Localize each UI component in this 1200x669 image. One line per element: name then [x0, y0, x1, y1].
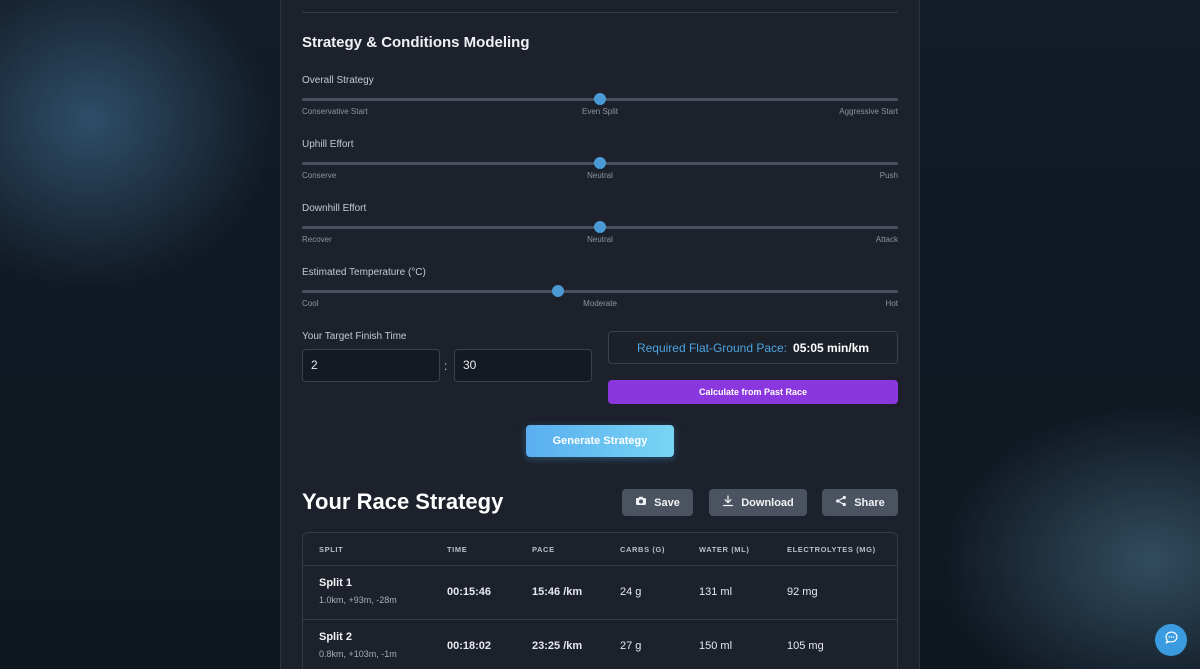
slider-thumb[interactable] — [552, 285, 565, 297]
split-detail: 1.0km, +93m, -28m — [319, 595, 397, 605]
slider-thumb[interactable] — [594, 221, 606, 233]
generate-strategy-button[interactable]: Generate Strategy — [526, 425, 674, 457]
minutes-input[interactable]: 30 — [454, 349, 592, 382]
split-electrolytes: 92 mg — [787, 586, 818, 598]
split-carbs: 24 g — [620, 586, 642, 598]
slider-thumb[interactable] — [594, 157, 606, 169]
column-header: ELECTROLYTES (MG) — [787, 545, 876, 554]
split-electrolytes: 105 mg — [787, 640, 824, 652]
download-icon — [722, 495, 734, 510]
slider-max-label: Hot — [885, 299, 898, 308]
slider-min-label: Cool — [302, 299, 319, 308]
overall-strategy-slider[interactable]: Overall Strategy Conservative Start Even… — [302, 75, 898, 125]
calculate-from-past-race-button[interactable]: Calculate from Past Race — [608, 380, 898, 404]
camera-icon — [635, 495, 647, 510]
split-name: Split 1 — [319, 577, 353, 589]
column-header: WATER (ML) — [699, 545, 750, 554]
column-header: SPLIT — [319, 545, 344, 554]
slider-mid-label: Neutral — [587, 171, 613, 180]
column-header: TIME — [447, 545, 468, 554]
slider-min-label: Conserve — [302, 171, 337, 180]
slider-min-label: Conservative Start — [302, 107, 368, 116]
split-pace: 15:46 /km — [532, 586, 583, 598]
share-label: Share — [854, 496, 885, 509]
save-button[interactable]: Save — [622, 489, 693, 516]
required-pace-box: Required Flat-Ground Pace: 05:05 min/km — [608, 331, 898, 364]
save-label: Save — [654, 496, 680, 509]
slider-mid-label: Moderate — [583, 299, 617, 308]
slider-max-label: Attack — [875, 235, 898, 244]
downhill-effort-slider[interactable]: Downhill Effort Recover Neutral Attack — [302, 203, 898, 253]
strategy-table: SPLIT TIME PACE CARBS (G) WATER (ML) ELE… — [302, 532, 898, 669]
split-time: 00:18:02 — [447, 640, 492, 652]
share-icon — [835, 495, 847, 510]
pace-label: Required Flat-Ground Pace: — [636, 340, 788, 355]
divider — [302, 12, 898, 13]
slider-label: Estimated Temperature (°C) — [302, 267, 426, 278]
finish-time-label: Your Target Finish Time — [302, 331, 407, 342]
uphill-effort-slider[interactable]: Uphill Effort Conserve Neutral Push — [302, 139, 898, 189]
split-water: 131 ml — [699, 586, 733, 598]
split-water: 150 ml — [699, 640, 733, 652]
slider-max-label: Aggressive Start — [839, 107, 898, 116]
split-time: 00:15:46 — [447, 586, 492, 598]
slider-max-label: Push — [879, 171, 898, 180]
race-strategy-title: Your Race Strategy — [302, 489, 504, 514]
section-title: Strategy & Conditions Modeling — [302, 34, 530, 51]
slider-label: Downhill Effort — [302, 203, 367, 214]
download-label: Download — [741, 496, 794, 509]
slider-mid-label: Even Split — [581, 107, 619, 116]
slider-track[interactable] — [302, 290, 898, 293]
table-row: Split 2 0.8km, +103m, -1m 00:18:02 23:25… — [303, 620, 897, 669]
column-header: CARBS (G) — [620, 545, 665, 554]
column-header: PACE — [532, 545, 555, 554]
split-carbs: 27 g — [620, 640, 642, 652]
split-name: Split 2 — [319, 631, 353, 643]
time-separator: : — [444, 359, 448, 373]
temperature-slider[interactable]: Estimated Temperature (°C) Cool Moderate… — [302, 267, 898, 317]
split-detail: 0.8km, +103m, -1m — [319, 649, 397, 659]
slider-label: Uphill Effort — [302, 139, 354, 150]
chat-button[interactable] — [1155, 624, 1187, 656]
download-button[interactable]: Download — [709, 489, 807, 516]
hours-input[interactable]: 2 — [302, 349, 440, 382]
share-button[interactable]: Share — [822, 489, 898, 516]
chat-icon — [1164, 630, 1179, 650]
table-row: Split 1 1.0km, +93m, -28m 00:15:46 15:46… — [303, 566, 897, 620]
slider-mid-label: Neutral — [587, 235, 613, 244]
table-header: SPLIT TIME PACE CARBS (G) WATER (ML) ELE… — [303, 533, 897, 566]
pace-value: 05:05 min/km — [793, 340, 870, 355]
slider-min-label: Recover — [302, 235, 332, 244]
split-pace: 23:25 /km — [532, 640, 583, 652]
slider-thumb[interactable] — [594, 93, 606, 105]
slider-label: Overall Strategy — [302, 75, 374, 86]
